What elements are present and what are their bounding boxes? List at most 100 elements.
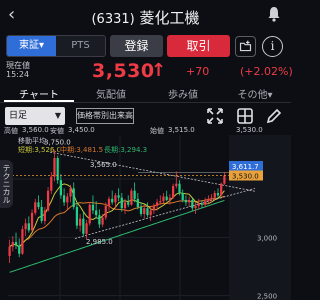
low-value: 3,450.0 bbox=[68, 126, 95, 134]
tab-time-sales[interactable]: 歩み値 bbox=[148, 86, 218, 101]
market-primary-label: 東証 bbox=[18, 40, 39, 51]
candle-body bbox=[114, 195, 117, 203]
candle-body bbox=[165, 196, 168, 200]
candle-body bbox=[18, 245, 21, 254]
candle-body bbox=[37, 202, 40, 207]
candle-body bbox=[216, 193, 220, 196]
candlestick-chart[interactable]: 3,750.0 3,565.0 2,985.0 3,611.7 3,530.0 3,000… bbox=[0, 135, 291, 300]
y-tick-label: 3,000 bbox=[257, 234, 277, 242]
candle-body bbox=[88, 204, 91, 224]
price-change-pct: (+2.02%) bbox=[240, 65, 293, 78]
candle-body bbox=[53, 158, 56, 177]
open-value: 3,515.0 bbox=[168, 126, 195, 134]
stock-code: (6331) bbox=[91, 12, 135, 27]
candle-body bbox=[46, 190, 50, 211]
tab-chart[interactable]: チャート bbox=[4, 86, 74, 101]
arrow-up-icon: ↑ bbox=[151, 60, 167, 81]
folder-icon[interactable] bbox=[235, 36, 256, 57]
period-select[interactable]: 日足 ▼ bbox=[5, 107, 65, 125]
period-select-value: 日足 bbox=[9, 111, 28, 121]
candle-body bbox=[117, 195, 120, 198]
chevron-down-icon: ▾ bbox=[267, 90, 273, 101]
grid-icon[interactable] bbox=[236, 107, 254, 125]
quote-time: 15:24 bbox=[6, 70, 30, 79]
candle-body bbox=[194, 205, 197, 209]
candle-body bbox=[127, 202, 130, 205]
current-price: 3,530 bbox=[92, 60, 155, 82]
candle-body bbox=[75, 207, 79, 226]
price-annotation: 3,565.0 bbox=[90, 161, 117, 169]
candle-body bbox=[213, 193, 216, 198]
candle-body bbox=[159, 201, 162, 203]
app-header: ‹ (6331) 菱化工機 bbox=[0, 0, 291, 30]
technical-side-tab-label: テクニカル bbox=[2, 164, 11, 204]
candle-body bbox=[66, 196, 69, 203]
candle-body bbox=[207, 198, 210, 202]
close-value: 3,530.0 bbox=[236, 126, 263, 134]
trade-button[interactable]: 取引 bbox=[167, 35, 230, 57]
y-tick-label: 2,500 bbox=[257, 293, 277, 300]
caret-down-icon: ▼ bbox=[54, 111, 61, 120]
candle-body bbox=[123, 202, 127, 209]
candle-body bbox=[85, 223, 88, 234]
candle-body bbox=[111, 198, 114, 203]
y-tick-label: 3,530.0 bbox=[232, 173, 259, 181]
candle-body bbox=[200, 203, 204, 205]
candle-body bbox=[162, 196, 165, 202]
candle-body bbox=[8, 246, 11, 256]
volume-profile-button[interactable]: 価格帯別出来高 bbox=[76, 108, 134, 124]
price-annotation: 2,985.0 bbox=[86, 238, 113, 246]
info-icon[interactable]: i bbox=[262, 36, 283, 57]
price-change: +70 bbox=[186, 65, 210, 78]
candle-body bbox=[149, 210, 152, 216]
candle-body bbox=[72, 188, 75, 207]
candle-body bbox=[56, 158, 59, 181]
tab-other-label: その他 bbox=[237, 90, 268, 101]
candle-body bbox=[184, 200, 188, 203]
quote-row: 現在値 15:24 3,530 ↑ +70 (+2.02%) bbox=[0, 60, 293, 82]
candle-body bbox=[178, 183, 181, 193]
candle-body bbox=[143, 208, 146, 214]
register-button[interactable]: 登録 bbox=[110, 35, 163, 57]
candle-body bbox=[130, 190, 133, 205]
candle-body bbox=[62, 195, 66, 203]
tab-quote-board[interactable]: 気配値 bbox=[76, 86, 146, 101]
tab-active-indicator bbox=[4, 100, 74, 102]
candle-body bbox=[181, 193, 184, 200]
candle-body bbox=[82, 218, 85, 234]
candle-body bbox=[104, 205, 107, 218]
candle-body bbox=[191, 200, 194, 209]
candle-body bbox=[91, 204, 95, 211]
y-axis-panel bbox=[229, 135, 291, 300]
candle-body bbox=[146, 208, 149, 216]
candle-body bbox=[98, 215, 101, 225]
candle-body bbox=[43, 210, 46, 221]
candle-body bbox=[188, 200, 191, 203]
high-value: 3,560.0 bbox=[22, 126, 49, 134]
candle-body bbox=[152, 205, 155, 211]
candle-body bbox=[197, 203, 200, 206]
candle-body bbox=[120, 197, 123, 209]
technical-side-tab[interactable]: テクニカル bbox=[0, 160, 13, 208]
candle-body bbox=[27, 223, 30, 231]
price-annotation: 3,750.0 bbox=[44, 139, 71, 147]
market-selector: 東証▾ PTS bbox=[6, 35, 106, 57]
candle-body bbox=[210, 197, 213, 199]
candle-body bbox=[175, 183, 178, 186]
expand-icon[interactable] bbox=[206, 107, 224, 125]
tab-other[interactable]: その他▾ bbox=[220, 86, 290, 101]
market-pts-button[interactable]: PTS bbox=[56, 36, 105, 56]
candle-body bbox=[220, 183, 223, 196]
chart-toolbar: 日足 ▼ 価格帯別出来高 bbox=[0, 105, 291, 127]
market-caret: ▾ bbox=[38, 40, 45, 51]
bell-icon[interactable] bbox=[267, 6, 281, 22]
pencil-icon[interactable] bbox=[265, 107, 283, 125]
candle-body bbox=[101, 217, 104, 225]
market-primary-button[interactable]: 東証▾ bbox=[7, 36, 56, 56]
candle-body bbox=[155, 202, 159, 206]
candle-body bbox=[204, 201, 207, 205]
candle-body bbox=[21, 229, 24, 254]
candle-body bbox=[136, 198, 139, 207]
action-row: 東証▾ PTS 登録 取引 i bbox=[0, 35, 291, 59]
candle-body bbox=[171, 186, 175, 198]
